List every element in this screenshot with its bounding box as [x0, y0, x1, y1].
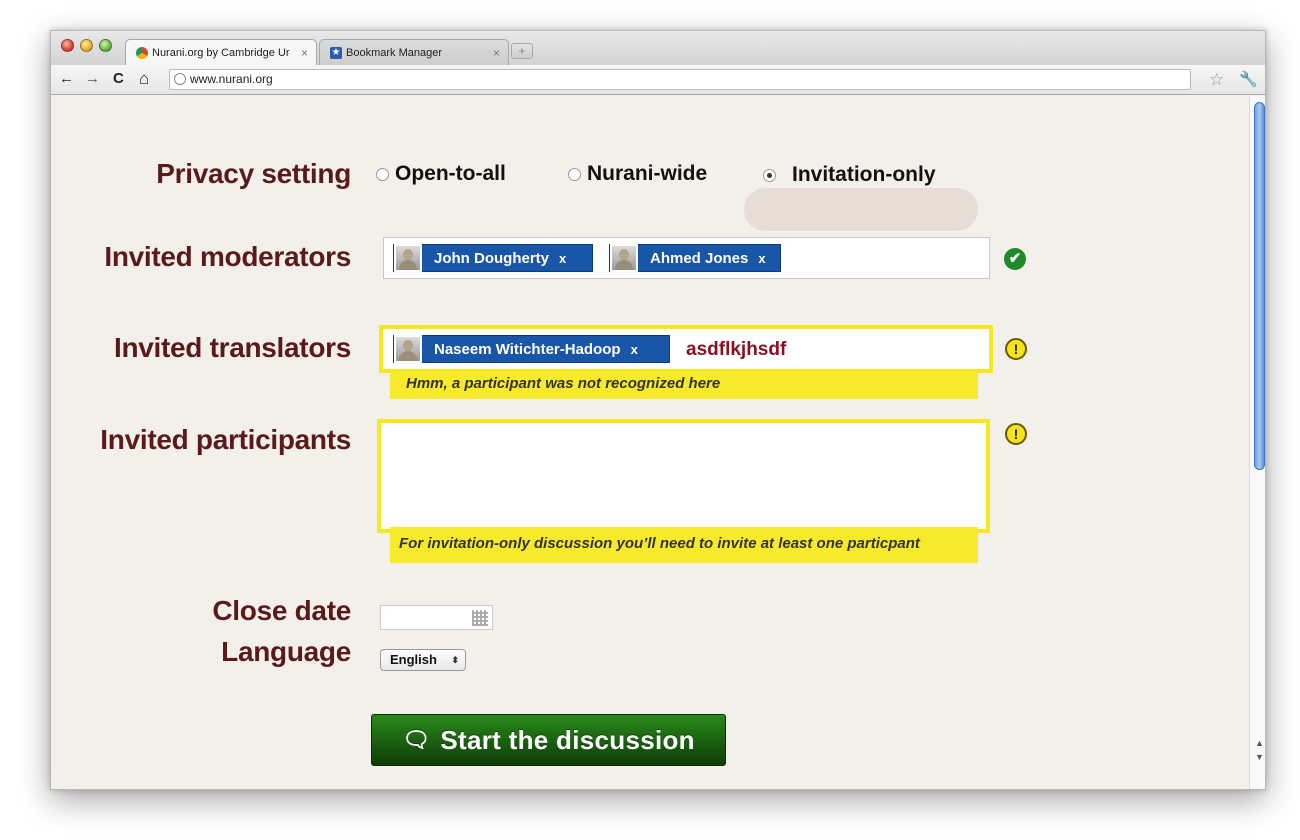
- privacy-setting-label: Privacy setting: [156, 158, 351, 189]
- tab-bookmark-manager[interactable]: ★ Bookmark Manager ×: [319, 39, 509, 65]
- translators-input[interactable]: Naseem Witichter-Hadoop x asdflkjhsdf: [379, 325, 993, 373]
- bookmark-star-icon[interactable]: ☆: [1209, 70, 1224, 90]
- typed-unrecognized-text: asdflkjhsdf: [686, 339, 787, 360]
- language-select[interactable]: English ⬍: [380, 649, 466, 671]
- radio-nurani-wide[interactable]: Nurani-wide: [568, 162, 707, 186]
- avatar: [394, 244, 422, 272]
- moderators-label: Invited moderators: [104, 241, 351, 272]
- close-date-label: Close date: [212, 595, 351, 626]
- remove-token-icon[interactable]: x: [758, 251, 773, 266]
- wrench-icon[interactable]: 🔧: [1239, 70, 1258, 88]
- back-icon[interactable]: ←: [59, 69, 74, 89]
- token-name: John Dougherty: [434, 249, 549, 267]
- minimize-window-button[interactable]: [80, 39, 93, 52]
- tab-nurani[interactable]: Nurani.org by Cambridge Ur ×: [125, 39, 317, 65]
- reload-icon[interactable]: C: [113, 69, 124, 89]
- forward-icon[interactable]: →: [85, 69, 100, 89]
- warning-icon: !: [1005, 423, 1027, 445]
- browser-toolbar: ← → C ⌂ www.nurani.org ☆ 🔧: [51, 65, 1265, 95]
- tab-close-icon[interactable]: ×: [493, 46, 500, 60]
- token-name: Naseem Witichter-Hadoop: [434, 340, 621, 358]
- translators-label: Invited translators: [113, 332, 351, 363]
- radio-label: Open-to-all: [395, 162, 506, 185]
- check-icon: ✔: [1004, 248, 1026, 270]
- select-caret-icon: ⬍: [451, 655, 459, 665]
- language-selected: English: [390, 652, 437, 667]
- tab-label: Nurani.org by Cambridge Ur: [152, 46, 290, 59]
- address-bar[interactable]: www.nurani.org: [169, 69, 1191, 90]
- selected-option-highlight: [744, 188, 978, 231]
- moderators-input[interactable]: John Dougherty x Ahmed Jones x: [383, 237, 990, 279]
- scroll-up-icon[interactable]: ▲: [1255, 738, 1264, 748]
- calendar-icon[interactable]: [472, 610, 488, 626]
- vertical-scrollbar[interactable]: ▲ ▼: [1249, 96, 1265, 789]
- token-ahmed-jones: Ahmed Jones x: [609, 244, 781, 272]
- tab-close-icon[interactable]: ×: [301, 46, 308, 60]
- home-icon[interactable]: ⌂: [139, 69, 149, 89]
- scroll-down-icon[interactable]: ▼: [1255, 752, 1264, 762]
- remove-token-icon[interactable]: x: [631, 342, 646, 357]
- browser-window: Nurani.org by Cambridge Ur × ★ Bookmark …: [50, 30, 1266, 790]
- language-label: Language: [221, 636, 351, 667]
- tab-label: Bookmark Manager: [346, 46, 442, 59]
- start-discussion-label: Start the discussion: [440, 724, 695, 755]
- avatar: [394, 335, 422, 363]
- radio-open-to-all[interactable]: Open-to-all: [376, 162, 506, 186]
- close-date-input[interactable]: [380, 605, 493, 630]
- start-discussion-button[interactable]: 🗨 Start the discussion: [371, 714, 726, 766]
- participants-label: Invited participants: [100, 424, 351, 455]
- participants-input[interactable]: [377, 419, 990, 533]
- bookmark-star-icon: ★: [330, 46, 342, 59]
- new-tab-button[interactable]: +: [511, 43, 533, 59]
- title-bar: Nurani.org by Cambridge Ur × ★ Bookmark …: [51, 31, 1265, 65]
- radio-label: Invitation-only: [792, 163, 936, 186]
- translators-hint: Hmm, a participant was not recognized he…: [390, 371, 978, 399]
- radio-dot-selected-icon: [763, 168, 776, 182]
- url-text: www.nurani.org: [190, 72, 273, 86]
- avatar: [610, 244, 638, 272]
- radio-dot-icon: [568, 167, 581, 181]
- token-name: Ahmed Jones: [650, 249, 749, 267]
- scrollbar-thumb[interactable]: [1254, 102, 1265, 470]
- radio-label: Nurani-wide: [587, 162, 708, 185]
- participants-hint: For invitation-only discussion you’ll ne…: [390, 527, 978, 563]
- speech-bubble-icon: 🗨: [402, 727, 431, 752]
- remove-token-icon[interactable]: x: [559, 251, 574, 266]
- page-content: Privacy setting Open-to-all Nurani-wide …: [51, 96, 1249, 789]
- zoom-window-button[interactable]: [99, 39, 112, 52]
- token-john-dougherty: John Dougherty x: [393, 244, 593, 272]
- chrome-favicon-icon: [136, 46, 148, 59]
- token-naseem-witichter-hadoop: Naseem Witichter-Hadoop x: [393, 335, 670, 363]
- radio-invitation-only[interactable]: Invitation-only: [763, 163, 936, 187]
- warning-icon: !: [1005, 338, 1027, 360]
- globe-icon: [174, 73, 186, 85]
- radio-dot-icon: [376, 167, 389, 181]
- close-window-button[interactable]: [61, 39, 74, 52]
